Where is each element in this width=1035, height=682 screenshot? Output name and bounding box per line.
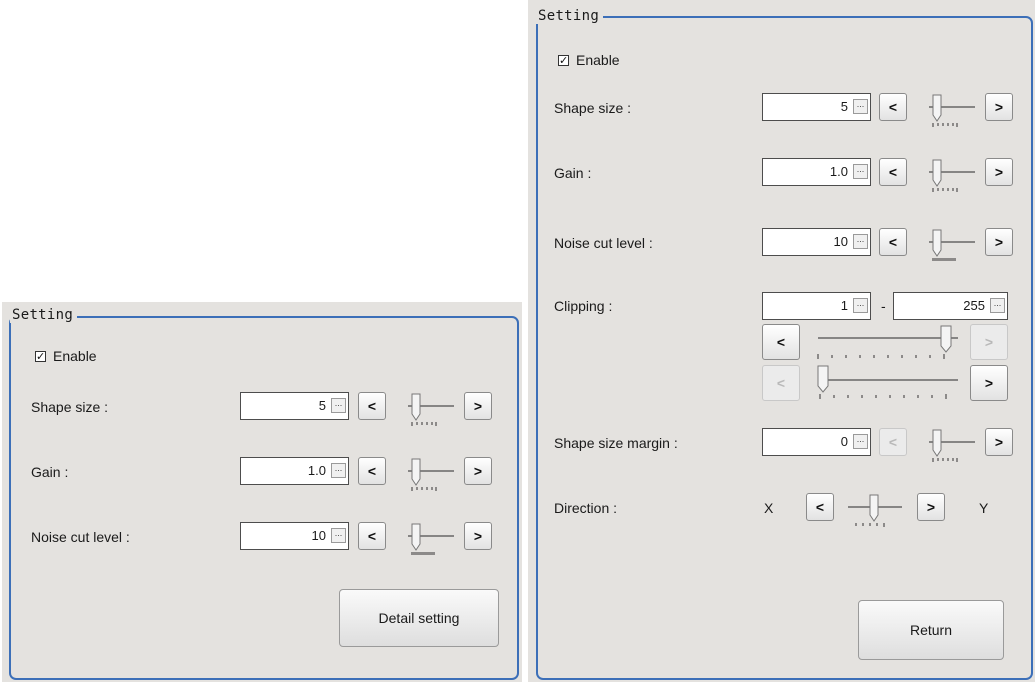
clipping-max-value: 255 [963,298,985,313]
slider-thumb-icon [932,429,942,457]
right-shape-size-increment-button[interactable]: > [985,93,1013,121]
right-gain-slider[interactable] [919,152,981,196]
slider-thumb-icon [411,523,421,551]
left-gain-slider[interactable] [398,451,460,495]
shape-margin-value: 0 [840,434,848,449]
right-noise-cut-value: 10 [833,234,848,249]
left-gain-value: 1.0 [307,463,326,478]
direction-increment-button[interactable]: > [917,493,945,521]
left-shape-size-label: Shape size : [31,399,109,415]
clipping-upper-slider[interactable] [808,320,968,364]
left-shape-size-browse-button[interactable]: ... [331,398,346,413]
clipping-min-input[interactable]: 1 ... [762,292,871,320]
checkmark-icon: ✓ [558,53,569,67]
clipping-separator: - [881,298,886,314]
left-enable-checkbox[interactable]: ✓ Enable [35,348,97,364]
slider-thumb-icon [411,393,421,421]
right-noise-cut-decrement-button[interactable]: < [879,228,907,256]
left-gain-input[interactable]: 1.0 ... [240,457,349,485]
detail-setting-button[interactable]: Detail setting [339,589,499,647]
left-noise-cut-browse-button[interactable]: ... [331,528,346,543]
shape-margin-slider[interactable] [919,422,981,466]
right-noise-cut-browse-button[interactable]: ... [853,234,868,249]
slider-thumb-icon [817,365,829,393]
direction-slider[interactable] [840,487,910,531]
direction-label: Direction : [554,500,618,516]
right-shape-size-label: Shape size : [554,100,632,116]
right-noise-cut-label: Noise cut level : [554,235,653,251]
right-gain-decrement-button[interactable]: < [879,158,907,186]
right-gain-input[interactable]: 1.0 ... [762,158,871,186]
clipping-upper-increment-button[interactable]: > [970,324,1008,360]
left-settings-panel: Setting ✓ Enable Shape size : 5 ... < > … [2,302,522,682]
clipping-lower-decrement-button[interactable]: < [762,365,800,401]
left-shape-size-value: 5 [318,398,326,413]
clipping-lower-slider[interactable] [808,360,968,404]
right-gain-label: Gain : [554,165,592,181]
right-shape-size-slider[interactable] [919,87,981,131]
right-shape-size-value: 5 [840,99,848,114]
clipping-label: Clipping : [554,298,613,314]
slider-thumb-icon [869,494,879,522]
left-group-title: Setting [10,307,78,323]
left-shape-size-slider[interactable] [398,386,460,430]
checkmark-icon: ✓ [35,349,46,363]
clipping-lower-increment-button[interactable]: > [970,365,1008,401]
right-shape-size-browse-button[interactable]: ... [853,99,868,114]
slider-thumb-icon [411,458,421,486]
left-enable-label: Enable [53,348,97,364]
left-noise-cut-decrement-button[interactable]: < [358,522,386,550]
direction-decrement-button[interactable]: < [806,493,834,521]
right-noise-cut-increment-button[interactable]: > [985,228,1013,256]
left-noise-cut-value: 10 [311,528,326,543]
direction-y-label: Y [979,500,989,516]
right-gain-value: 1.0 [829,164,848,179]
left-noise-cut-increment-button[interactable]: > [464,522,492,550]
slider-thumb-icon [932,94,942,122]
direction-x-label: X [764,500,774,516]
left-noise-cut-input[interactable]: 10 ... [240,522,349,550]
left-gain-increment-button[interactable]: > [464,457,492,485]
slider-thumb-icon [932,229,942,257]
right-gain-browse-button[interactable]: ... [853,164,868,179]
left-noise-cut-label: Noise cut level : [31,529,130,545]
right-group-title: Setting [536,8,604,24]
shape-margin-label: Shape size margin : [554,435,678,451]
left-shape-size-input[interactable]: 5 ... [240,392,349,420]
shape-margin-increment-button[interactable]: > [985,428,1013,456]
left-shape-size-increment-button[interactable]: > [464,392,492,420]
shape-margin-browse-button[interactable]: ... [853,434,868,449]
clipping-max-input[interactable]: 255 ... [893,292,1008,320]
clipping-min-value: 1 [840,298,848,313]
clipping-max-browse-button[interactable]: ... [990,298,1005,313]
slider-thumb-icon [940,325,952,353]
right-shape-size-decrement-button[interactable]: < [879,93,907,121]
clipping-min-browse-button[interactable]: ... [853,298,868,313]
clipping-upper-decrement-button[interactable]: < [762,324,800,360]
right-enable-checkbox[interactable]: ✓ Enable [558,52,620,68]
left-gain-decrement-button[interactable]: < [358,457,386,485]
right-gain-increment-button[interactable]: > [985,158,1013,186]
left-gain-browse-button[interactable]: ... [331,463,346,478]
right-settings-panel: Setting ✓ Enable Shape size : 5 ... < > … [528,0,1035,682]
left-gain-label: Gain : [31,464,69,480]
right-noise-cut-input[interactable]: 10 ... [762,228,871,256]
right-noise-cut-slider[interactable] [919,222,981,266]
slider-thumb-icon [932,159,942,187]
right-enable-label: Enable [576,52,620,68]
left-noise-cut-slider[interactable] [398,516,460,560]
shape-margin-decrement-button[interactable]: < [879,428,907,456]
right-shape-size-input[interactable]: 5 ... [762,93,871,121]
return-button[interactable]: Return [858,600,1004,660]
shape-margin-input[interactable]: 0 ... [762,428,871,456]
left-shape-size-decrement-button[interactable]: < [358,392,386,420]
